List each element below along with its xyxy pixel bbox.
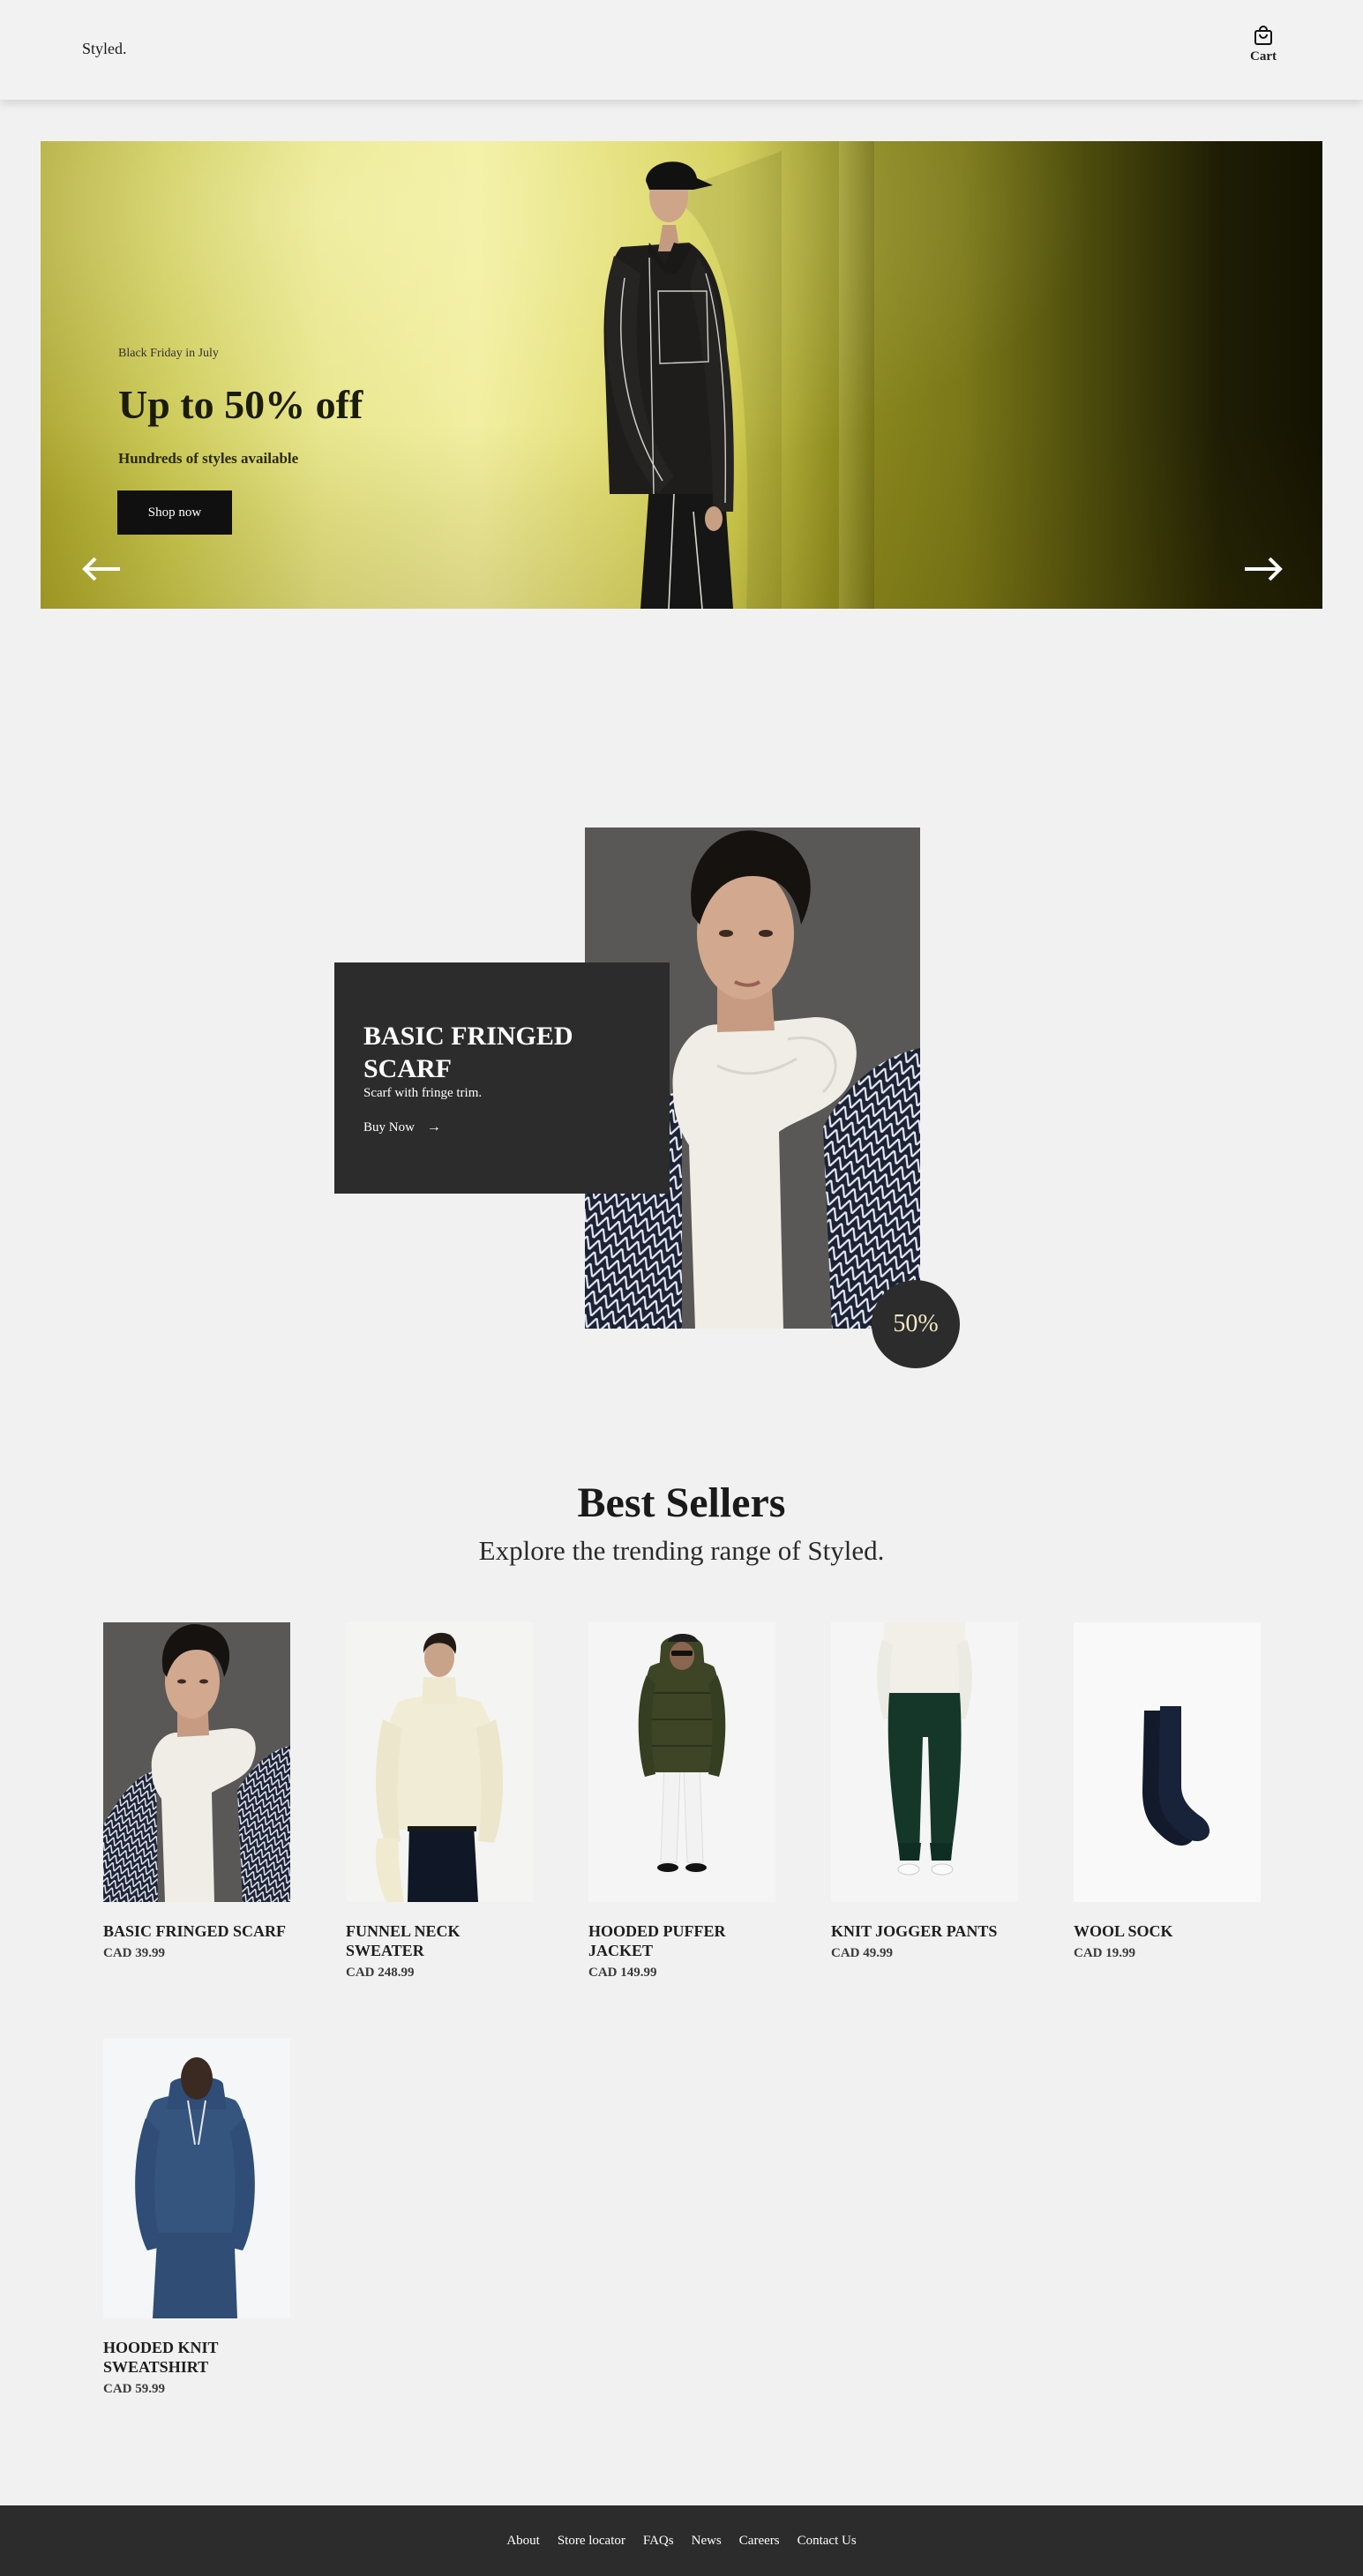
product-image xyxy=(588,1622,775,1902)
product-card[interactable]: Basic Fringed Scarf CAD 39.99 xyxy=(103,1622,290,1961)
footer-link-careers[interactable]: Careers xyxy=(739,2534,780,2549)
product-name: Hooded Knit Sweatshirt xyxy=(103,2339,219,2376)
cart-button[interactable]: Cart xyxy=(1246,25,1281,64)
product-price: CAD 49.99 xyxy=(831,1946,893,1960)
product-image xyxy=(103,1622,290,1902)
site-logo[interactable]: Styled. xyxy=(82,40,127,58)
hero-title: Up to 50% off xyxy=(118,382,363,427)
shop-now-button[interactable]: Shop now xyxy=(117,490,232,535)
product-image xyxy=(103,2039,290,2318)
hero-banner: Black Friday in July Up to 50% off Hundr… xyxy=(41,141,1322,609)
buy-now-label: Buy Now xyxy=(363,1120,415,1134)
product-price: CAD 149.99 xyxy=(588,1966,657,1980)
product-card[interactable]: Hooded Knit Sweatshirt CAD 59.99 xyxy=(103,2039,290,2397)
product-card[interactable]: Wool Sock CAD 19.99 xyxy=(1074,1622,1261,1961)
best-sellers-title: Best Sellers xyxy=(577,1479,786,1526)
site-header: Styled. Cart xyxy=(0,0,1363,100)
product-name: Basic Fringed Scarf xyxy=(103,1922,287,1940)
product-name: Hooded Puffer Jacket xyxy=(588,1922,726,1959)
product-name: Funnel Neck Sweater xyxy=(346,1922,461,1959)
hero-wall-corner xyxy=(839,141,874,609)
shopping-bag-icon xyxy=(1254,26,1272,45)
product-price: CAD 248.99 xyxy=(346,1966,415,1980)
discount-badge: 50% xyxy=(872,1280,960,1368)
best-sellers-subtitle: Explore the trending range of Styled. xyxy=(478,1535,885,1566)
arrow-left-icon[interactable] xyxy=(81,556,122,582)
arrow-right-icon[interactable] xyxy=(1243,556,1284,582)
footer-link-faqs[interactable]: FAQs xyxy=(643,2534,674,2549)
product-card[interactable]: Knit Jogger Pants CAD 49.99 xyxy=(831,1622,1018,1961)
hero-model-image xyxy=(603,151,782,609)
footer-link-news[interactable]: News xyxy=(692,2534,722,2549)
cart-label: Cart xyxy=(1250,49,1277,64)
product-price: CAD 59.99 xyxy=(103,2382,165,2396)
featured-product-description: Scarf with fringe trim. xyxy=(363,1086,483,1100)
footer-link-about[interactable]: About xyxy=(506,2534,540,2549)
arrow-right-icon: → xyxy=(426,1120,441,1134)
hero-subtitle: Hundreds of styles available xyxy=(118,450,299,467)
buy-now-link[interactable]: Buy Now → xyxy=(363,1120,441,1135)
product-card[interactable]: Funnel Neck Sweater CAD 248.99 xyxy=(346,1622,533,1981)
product-image xyxy=(346,1622,533,1902)
featured-product-card: BASIC FRINGED SCARF Scarf with fringe tr… xyxy=(334,962,670,1194)
product-image xyxy=(831,1622,1018,1902)
featured-product-title: BASIC FRINGED SCARF xyxy=(363,1022,573,1083)
product-name: Knit Jogger Pants xyxy=(831,1922,998,1940)
site-footer: About Store locator FAQs News Careers Co… xyxy=(0,2505,1363,2576)
product-price: CAD 19.99 xyxy=(1074,1946,1135,1960)
footer-link-store-locator[interactable]: Store locator xyxy=(558,2534,625,2549)
hero-eyebrow: Black Friday in July xyxy=(118,347,219,360)
footer-link-contact-us[interactable]: Contact Us xyxy=(798,2534,857,2549)
product-image xyxy=(1074,1622,1261,1902)
product-name: Wool Sock xyxy=(1074,1922,1173,1940)
product-card[interactable]: Hooded Puffer Jacket CAD 149.99 xyxy=(588,1622,775,1981)
product-price: CAD 39.99 xyxy=(103,1946,165,1960)
